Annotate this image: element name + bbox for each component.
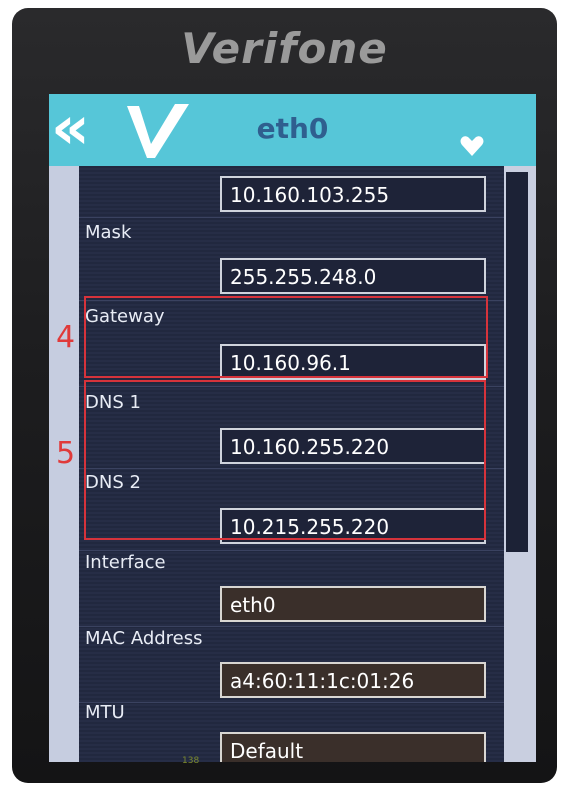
row-divider (79, 626, 504, 627)
mtu-value[interactable]: Default (220, 732, 486, 762)
mtu-label: MTU (85, 702, 125, 723)
mac-address-label: MAC Address (85, 628, 203, 649)
interface-label: Interface (85, 552, 166, 573)
annotation-marker-4: 4 (56, 320, 76, 355)
gateway-highlight-box (84, 296, 488, 378)
row-divider (79, 217, 504, 218)
scrollbar-track[interactable] (504, 166, 536, 762)
heart-dropdown-icon[interactable] (459, 134, 485, 158)
dns-highlight-box (84, 380, 486, 540)
mac-address-value[interactable]: a4:60:11:1c:01:26 (220, 662, 486, 698)
tiny-print: 138 (182, 756, 200, 766)
row-divider (79, 550, 504, 551)
title-bar: « eth0 (49, 94, 536, 166)
broadcast-value[interactable]: 10.160.103.255 (220, 176, 486, 212)
mask-label: Mask (85, 222, 132, 243)
row-divider (79, 702, 504, 703)
annotation-marker-5: 5 (56, 436, 76, 471)
mask-value[interactable]: 255.255.248.0 (220, 258, 486, 294)
brand-logo: Verifone (181, 24, 388, 73)
scrollbar-thumb[interactable] (506, 172, 528, 552)
interface-value[interactable]: eth0 (220, 586, 486, 622)
